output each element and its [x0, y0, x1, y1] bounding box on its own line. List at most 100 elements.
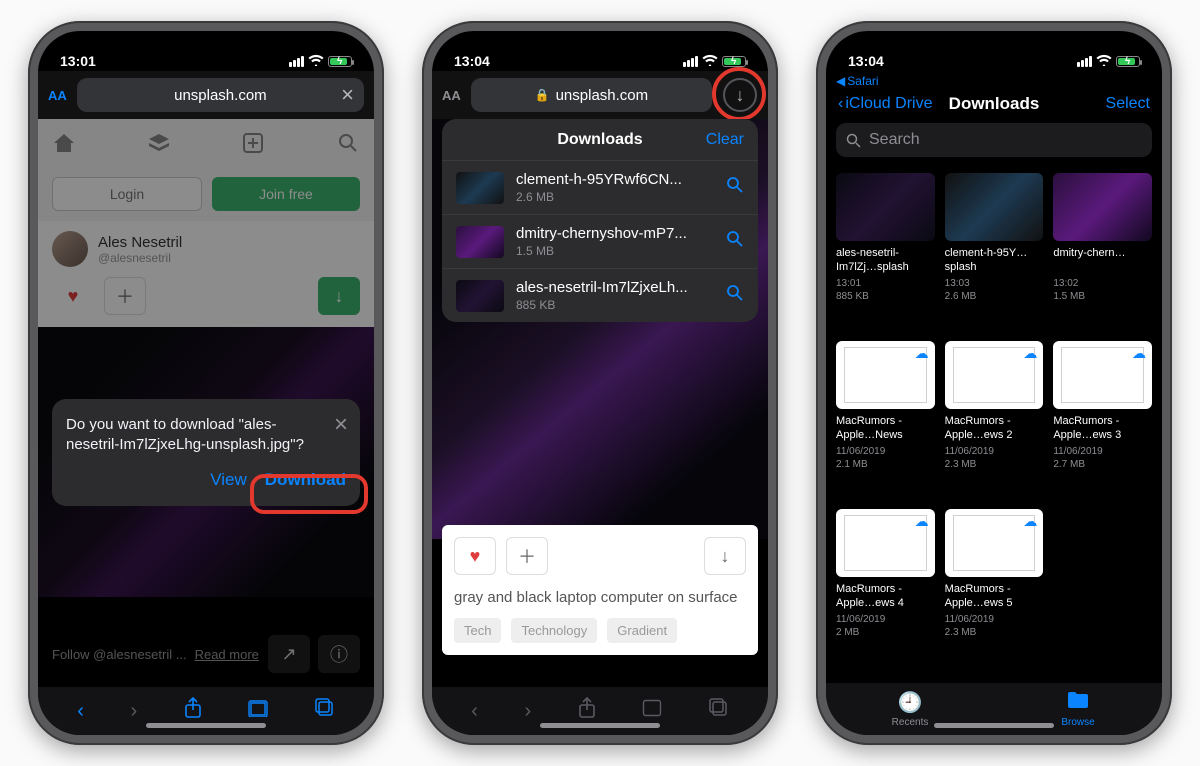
reveal-icon[interactable] [726, 284, 744, 307]
back-button[interactable]: ‹ [471, 700, 478, 723]
file-thumb [1053, 173, 1152, 241]
file-thumb [1053, 341, 1152, 409]
breadcrumb-back-to-app[interactable]: ◀ Safari [826, 71, 1162, 89]
image-card: ♥ ＋ ↓ gray and black laptop computer on … [442, 525, 758, 655]
tabs-button[interactable] [315, 698, 335, 724]
wifi-icon [702, 53, 718, 69]
battery-icon: ϟ [328, 56, 352, 67]
share-button[interactable] [578, 697, 596, 725]
download-prompt: × Do you want to download "ales-nesetril… [52, 399, 360, 506]
close-prompt-icon[interactable]: × [334, 411, 348, 439]
tag-list: Tech Technology Gradient [454, 618, 746, 643]
file-thumb [836, 341, 935, 409]
file-meta: 11/06/20192.3 MB [945, 613, 1044, 639]
clear-button[interactable]: Clear [706, 131, 744, 149]
file-item[interactable]: clement-h-95Y…splash13:032.6 MB [945, 173, 1044, 333]
page-title: Downloads [949, 94, 1040, 114]
phone-1: 13:01 ϟ AA unsplash.com × [28, 21, 384, 745]
file-meta: 11/06/20192.1 MB [836, 445, 935, 471]
download-item[interactable]: ales-nesetril-Im7lZjxeLh...885 KB [442, 269, 758, 322]
download-image-button[interactable]: ↓ [704, 537, 746, 575]
downloads-popover: Downloads Clear clement-h-95YRwf6CN...2.… [442, 119, 758, 322]
clear-url-icon[interactable]: × [341, 82, 354, 108]
file-name: ales-nesetril-Im7lZj…splash [836, 247, 935, 275]
reader-aa-button[interactable]: AA [48, 88, 67, 103]
file-meta: 11/06/20192.7 MB [1053, 445, 1152, 471]
file-item[interactable]: dmitry-chern…13:021.5 MB [1053, 173, 1152, 333]
reveal-icon[interactable] [726, 176, 744, 199]
file-name: MacRumors - Apple…ews 4 [836, 583, 935, 611]
safari-content: Login Join free Ales Nesetril @alesneset… [38, 119, 374, 687]
file-item[interactable]: MacRumors - Apple…ews 511/06/20192.3 MB [945, 509, 1044, 669]
file-name: MacRumors - Apple…ews 3 [1053, 415, 1152, 443]
file-name: dmitry-chern… [1053, 247, 1152, 275]
file-item[interactable]: MacRumors - Apple…ews 411/06/20192 MB [836, 509, 935, 669]
download-thumb [456, 172, 504, 204]
file-thumb [945, 509, 1044, 577]
signal-icon [289, 56, 304, 67]
file-item[interactable]: MacRumors - Apple…News11/06/20192.1 MB [836, 341, 935, 501]
battery-icon: ϟ [722, 56, 746, 67]
select-button[interactable]: Select [1106, 95, 1150, 113]
clock: 13:04 [454, 53, 490, 69]
image-caption: gray and black laptop computer on surfac… [454, 589, 746, 606]
forward-button[interactable]: › [130, 700, 137, 723]
highlight-annotation [250, 474, 368, 514]
wifi-icon [308, 53, 324, 69]
file-meta: 11/06/20192 MB [836, 613, 935, 639]
downloads-button[interactable]: ↓ [722, 77, 758, 113]
file-meta: 13:01885 KB [836, 277, 935, 303]
clock-icon: 🕘 [898, 690, 923, 715]
safari-address-bar: AA 🔒 unsplash.com ↓ [432, 71, 768, 119]
file-meta: 13:032.6 MB [945, 277, 1044, 303]
file-item[interactable]: MacRumors - Apple…ews 311/06/20192.7 MB [1053, 341, 1152, 501]
reader-aa-button[interactable]: AA [442, 88, 461, 103]
file-thumb [945, 173, 1044, 241]
forward-button[interactable]: › [524, 700, 531, 723]
back-button[interactable]: ‹ [77, 700, 84, 723]
bookmarks-button[interactable] [248, 699, 268, 723]
files-grid: ales-nesetril-Im7lZj…splash13:01885 KBcl… [826, 167, 1162, 669]
download-item[interactable]: clement-h-95YRwf6CN...2.6 MB [442, 161, 758, 215]
file-name: clement-h-95Y…splash [945, 247, 1044, 275]
battery-icon: ϟ [1116, 56, 1140, 67]
tag[interactable]: Technology [511, 618, 597, 643]
wifi-icon [1096, 53, 1112, 69]
lock-icon: 🔒 [535, 88, 550, 102]
url-field[interactable]: unsplash.com × [77, 78, 364, 112]
file-name: MacRumors - Apple…News [836, 415, 935, 443]
file-thumb [945, 341, 1044, 409]
tag[interactable]: Gradient [607, 618, 677, 643]
file-name: MacRumors - Apple…ews 2 [945, 415, 1044, 443]
tag[interactable]: Tech [454, 618, 501, 643]
add-collection-button[interactable]: ＋ [506, 537, 548, 575]
url-field[interactable]: 🔒 unsplash.com [471, 78, 712, 112]
back-button[interactable]: ‹ iCloud Drive [838, 95, 932, 113]
file-thumb [836, 173, 935, 241]
clock: 13:01 [60, 53, 96, 69]
phone-2: 13:04 ϟ AA 🔒 unsplash.com ↓ ♥ [422, 21, 778, 745]
reveal-icon[interactable] [726, 230, 744, 253]
share-button[interactable] [184, 697, 202, 725]
search-input[interactable]: Search [836, 123, 1152, 157]
highlight-annotation [712, 67, 766, 121]
tabs-button[interactable] [709, 698, 729, 724]
signal-icon [1077, 56, 1092, 67]
download-item[interactable]: dmitry-chernyshov-mP7...1.5 MB [442, 215, 758, 269]
clock: 13:04 [848, 53, 884, 69]
prompt-view-button[interactable]: View [210, 470, 247, 490]
file-item[interactable]: MacRumors - Apple…ews 211/06/20192.3 MB [945, 341, 1044, 501]
safari-address-bar: AA unsplash.com × [38, 71, 374, 119]
folder-icon [1067, 691, 1089, 715]
bookmarks-button[interactable] [642, 699, 662, 723]
like-button[interactable]: ♥ [454, 537, 496, 575]
file-thumb [836, 509, 935, 577]
signal-icon [683, 56, 698, 67]
file-item[interactable]: ales-nesetril-Im7lZj…splash13:01885 KB [836, 173, 935, 333]
downloads-title: Downloads [557, 131, 642, 149]
phone-3: 13:04 ϟ ◀ Safari ‹ iCloud Drive Download… [816, 21, 1172, 745]
download-thumb [456, 226, 504, 258]
download-thumb [456, 280, 504, 312]
file-meta: 11/06/20192.3 MB [945, 445, 1044, 471]
file-name: MacRumors - Apple…ews 5 [945, 583, 1044, 611]
